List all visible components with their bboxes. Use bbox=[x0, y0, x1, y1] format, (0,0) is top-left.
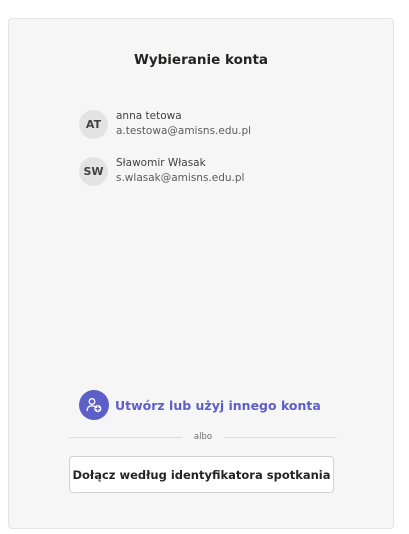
account-name: anna tetowa bbox=[116, 110, 182, 122]
account-email: a.testowa@amisns.edu.pl bbox=[116, 125, 252, 137]
or-divider: albo bbox=[69, 430, 338, 444]
avatar: SW bbox=[79, 156, 108, 186]
account-item-slawomir[interactable]: SW Sławomir Własak s.wlasak@amisns.edu.p… bbox=[79, 156, 244, 186]
or-label: albo bbox=[193, 432, 213, 442]
avatar: AT bbox=[79, 109, 108, 139]
account-email: s.wlasak@amisns.edu.pl bbox=[116, 172, 245, 184]
account-picker-panel: Wybieranie konta AT anna tetowa a.testow… bbox=[8, 18, 394, 529]
create-account-label: Utwórz lub użyj innego konta bbox=[115, 397, 321, 413]
divider-line bbox=[69, 436, 182, 438]
add-person-icon bbox=[79, 390, 109, 420]
page-title: Wybieranie konta bbox=[133, 52, 269, 68]
account-name: Sławomir Własak bbox=[116, 157, 206, 169]
join-by-meeting-id-button[interactable]: Dołącz według identyfikatora spotkania bbox=[69, 456, 334, 493]
account-item-anna[interactable]: AT anna tetowa a.testowa@amisns.edu.pl bbox=[79, 109, 251, 139]
create-account-link[interactable]: Utwórz lub użyj innego konta bbox=[79, 390, 321, 420]
divider-line bbox=[224, 436, 338, 438]
